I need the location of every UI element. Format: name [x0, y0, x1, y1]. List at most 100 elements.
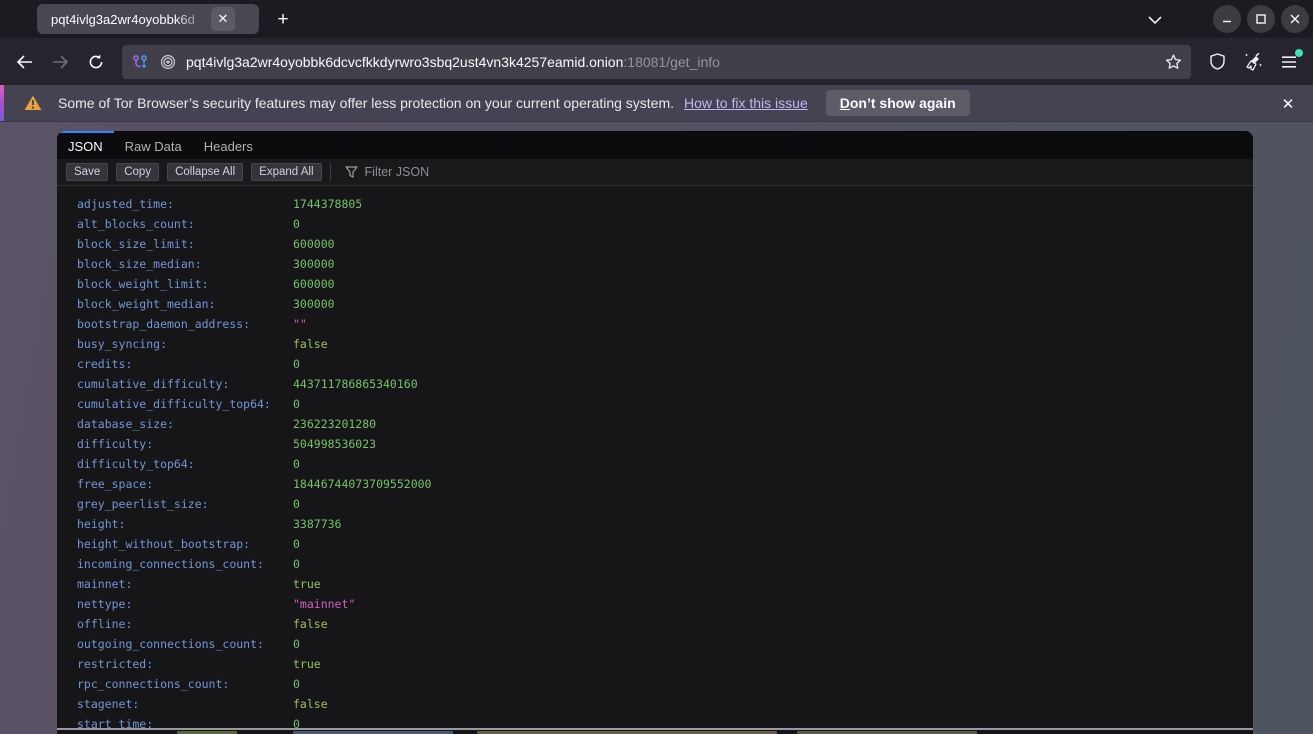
- json-key: free_space:: [77, 477, 293, 491]
- json-value: 300000: [293, 257, 335, 271]
- tab-close-icon[interactable]: ✕: [211, 7, 235, 31]
- json-row: block_weight_limit:600000: [77, 274, 1253, 294]
- browser-titlebar: pqt4ivlg3a2wr4oyobbk6d ✕ +: [0, 0, 1313, 38]
- json-key: cumulative_difficulty:: [77, 377, 293, 391]
- json-key: mainnet:: [77, 577, 293, 591]
- json-row: credits:0: [77, 354, 1253, 374]
- json-row: adjusted_time:1744378805: [77, 194, 1253, 214]
- menu-notification-dot: [1295, 49, 1303, 57]
- url-bar[interactable]: pqt4ivlg3a2wr4oyobbk6dcvcfkkdyrwro3sbq2u…: [122, 45, 1191, 79]
- page-background: JSON Raw Data Headers Save Copy Collapse…: [0, 122, 1313, 734]
- json-row: outgoing_connections_count:0: [77, 634, 1253, 654]
- list-all-tabs-chevron-icon[interactable]: [1142, 7, 1168, 33]
- json-key: outgoing_connections_count:: [77, 637, 293, 651]
- json-key: grey_peerlist_size:: [77, 497, 293, 511]
- json-key: incoming_connections_count:: [77, 557, 293, 571]
- json-value: 0: [293, 557, 300, 571]
- json-value: 0: [293, 497, 300, 511]
- collapse-all-button[interactable]: Collapse All: [167, 163, 243, 181]
- json-value: 0: [293, 397, 300, 411]
- tab-title: pqt4ivlg3a2wr4oyobbk6d: [51, 12, 211, 27]
- json-key: restricted:: [77, 657, 293, 671]
- json-row: free_space:18446744073709552000: [77, 474, 1253, 494]
- new-tab-button[interactable]: +: [270, 7, 296, 33]
- expand-all-button[interactable]: Expand All: [251, 163, 321, 181]
- json-row: block_size_limit:600000: [77, 234, 1253, 254]
- filter-json-input[interactable]: [365, 165, 665, 179]
- json-value: 3387736: [293, 517, 341, 531]
- json-entries: adjusted_time:1744378805alt_blocks_count…: [57, 186, 1253, 728]
- json-row: bootstrap_daemon_address:"": [77, 314, 1253, 334]
- json-value: true: [293, 577, 321, 591]
- json-value: 600000: [293, 237, 335, 251]
- warning-triangle-icon: [24, 95, 42, 111]
- json-value: 443711786865340160: [293, 377, 418, 391]
- json-key: nettype:: [77, 597, 293, 611]
- json-key: bootstrap_daemon_address:: [77, 317, 293, 331]
- json-row: rpc_connections_count:0: [77, 674, 1253, 694]
- how-to-fix-link[interactable]: How to fix this issue: [684, 95, 808, 111]
- json-row: cumulative_difficulty_top64:0: [77, 394, 1253, 414]
- json-viewer-toolbar: Save Copy Collapse All Expand All: [57, 159, 1253, 186]
- copy-button[interactable]: Copy: [116, 163, 159, 181]
- json-key: cumulative_difficulty_top64:: [77, 397, 293, 411]
- tab-json[interactable]: JSON: [57, 131, 114, 159]
- json-key: busy_syncing:: [77, 337, 293, 351]
- json-value: 0: [293, 457, 300, 471]
- json-value: 600000: [293, 277, 335, 291]
- window-maximize-button[interactable]: [1247, 5, 1275, 33]
- notification-message: Some of Tor Browser’s security features …: [58, 95, 674, 111]
- notification-close-icon[interactable]: ✕: [1277, 93, 1299, 115]
- save-button[interactable]: Save: [66, 163, 108, 181]
- json-key: block_weight_limit:: [77, 277, 293, 291]
- window-close-button[interactable]: [1281, 5, 1309, 33]
- dont-show-again-button[interactable]: Don’t show again: [826, 90, 970, 116]
- navigation-toolbar: pqt4ivlg3a2wr4oyobbk6dcvcfkkdyrwro3sbq2u…: [0, 38, 1313, 85]
- security-notification-bar: Some of Tor Browser’s security features …: [0, 85, 1313, 122]
- json-row: busy_syncing:false: [77, 334, 1253, 354]
- forward-button[interactable]: [44, 46, 76, 78]
- bookmark-star-icon[interactable]: [1163, 52, 1183, 72]
- url-text: pqt4ivlg3a2wr4oyobbk6dcvcfkkdyrwro3sbq2u…: [186, 54, 1155, 70]
- json-key: height:: [77, 517, 293, 531]
- json-key: block_size_limit:: [77, 237, 293, 251]
- json-row: alt_blocks_count:0: [77, 214, 1253, 234]
- json-row: grey_peerlist_size:0: [77, 494, 1253, 514]
- back-button[interactable]: [8, 46, 40, 78]
- json-key: difficulty_top64:: [77, 457, 293, 471]
- window-minimize-button[interactable]: [1213, 5, 1241, 33]
- tor-circuit-icon[interactable]: [130, 52, 150, 72]
- json-key: adjusted_time:: [77, 197, 293, 211]
- json-row: stagenet:false: [77, 694, 1253, 714]
- hamburger-menu-icon[interactable]: [1273, 46, 1305, 78]
- json-value: true: [293, 657, 321, 671]
- json-row: database_size:236223201280: [77, 414, 1253, 434]
- json-key: difficulty:: [77, 437, 293, 451]
- tab-raw-data[interactable]: Raw Data: [114, 131, 193, 159]
- json-value: 0: [293, 217, 300, 231]
- json-value: 236223201280: [293, 417, 376, 431]
- json-value: 504998536023: [293, 437, 376, 451]
- browser-tab[interactable]: pqt4ivlg3a2wr4oyobbk6d ✕: [37, 4, 259, 34]
- json-key: credits:: [77, 357, 293, 371]
- new-identity-broom-icon[interactable]: [1237, 46, 1269, 78]
- json-value: false: [293, 337, 328, 351]
- json-value: false: [293, 697, 328, 711]
- json-value: 0: [293, 637, 300, 651]
- json-row: restricted:true: [77, 654, 1253, 674]
- json-key: start_time:: [77, 717, 293, 728]
- onion-site-security-icon[interactable]: [158, 52, 178, 72]
- json-key: rpc_connections_count:: [77, 677, 293, 691]
- json-row: height_without_bootstrap:0: [77, 534, 1253, 554]
- json-key: offline:: [77, 617, 293, 631]
- json-viewer-panel: JSON Raw Data Headers Save Copy Collapse…: [57, 131, 1253, 728]
- shield-icon[interactable]: [1201, 46, 1233, 78]
- json-row: block_size_median:300000: [77, 254, 1253, 274]
- json-key: stagenet:: [77, 697, 293, 711]
- json-key: block_size_median:: [77, 257, 293, 271]
- json-row: mainnet:true: [77, 574, 1253, 594]
- json-value: 0: [293, 717, 300, 728]
- reload-button[interactable]: [80, 46, 112, 78]
- filter-funnel-icon: [345, 166, 358, 178]
- tab-headers[interactable]: Headers: [193, 131, 264, 159]
